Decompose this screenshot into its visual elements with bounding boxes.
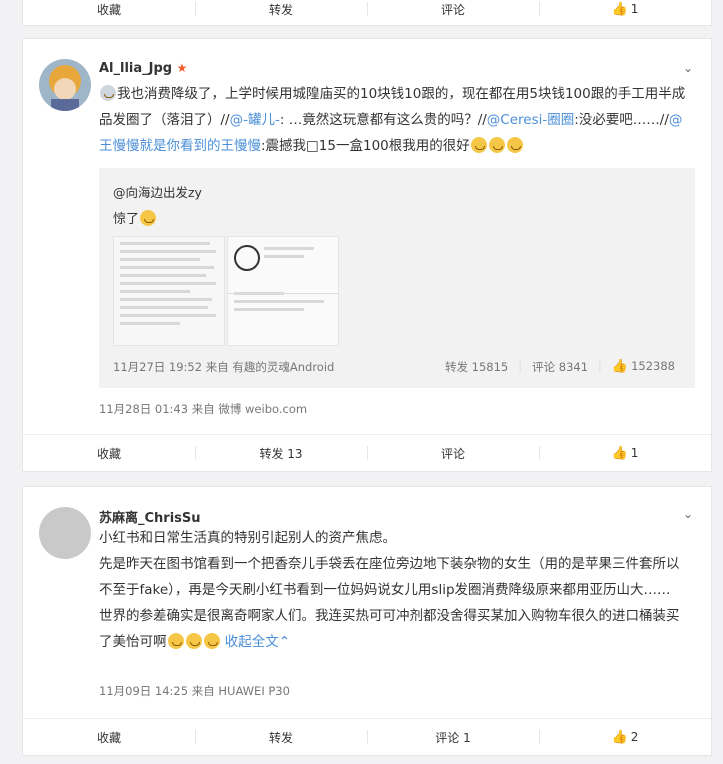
post-meta: 11月28日 01:43 来自 微博 weibo.com: [99, 402, 308, 416]
collect-button[interactable]: 收藏: [23, 435, 195, 471]
thumb-up-icon: 👍: [611, 445, 628, 461]
crying-emoji-icon: [203, 633, 220, 649]
chevron-down-icon[interactable]: ⌄: [683, 61, 693, 75]
repost-like-count[interactable]: 👍 152388: [612, 359, 675, 375]
crying-emoji-icon: [185, 633, 202, 649]
comment-button[interactable]: 评论 1: [367, 719, 539, 755]
collapse-link[interactable]: 收起全文⌃: [225, 634, 290, 650]
post-text: 小红书和日常生活真的特别引起别人的资产焦虑。 先是昨天在图书馆看到一个把香奈儿手…: [99, 530, 680, 650]
forward-button[interactable]: 转发: [195, 719, 367, 755]
post-card-1: Al_llia_Jpg ★ ⌄ 我也消费降级了，上学时候用城隍庙买的10块钱10…: [22, 38, 712, 472]
repost-block[interactable]: @向海边出发zy 惊了 11月27日 19:52 来自 有趣的灵魂Android: [99, 168, 695, 388]
shocked-emoji-icon: [140, 210, 157, 226]
forward-button[interactable]: 转发 13: [195, 435, 367, 471]
feed: 收藏 转发 评论 👍 1 Al_llia_Jpg ★ ⌄ 我也消费降级了，上学时候…: [0, 0, 723, 764]
post-actions: 收藏 转发 评论 1 👍 2: [23, 718, 711, 755]
repost-image-2[interactable]: [227, 236, 339, 346]
post-actions: 收藏 转发 13 评论 👍 1: [23, 434, 711, 471]
comment-button[interactable]: 评论: [367, 435, 539, 471]
previous-post-card: 收藏 转发 评论 👍 1: [22, 0, 712, 26]
crying-emoji-icon: [470, 137, 487, 153]
repost-forward-count[interactable]: 转发 15815: [445, 359, 508, 375]
forward-button[interactable]: 转发: [195, 0, 367, 27]
mention-link[interactable]: @-罐儿-: [230, 112, 280, 128]
username[interactable]: Al_llia_Jpg ★: [99, 61, 187, 76]
repost-comment-count[interactable]: 评论 8341: [532, 359, 588, 375]
like-button[interactable]: 👍 1: [539, 435, 711, 471]
chevron-down-icon[interactable]: ⌄: [683, 507, 693, 521]
thumb-up-icon: 👍: [611, 1, 628, 17]
like-button[interactable]: 👍 1: [539, 0, 711, 27]
thumb-up-icon: 👍: [611, 359, 629, 374]
emoji-icon: [100, 85, 116, 101]
repost-image-1[interactable]: [113, 236, 225, 346]
crying-emoji-icon: [167, 633, 184, 649]
collect-button[interactable]: 收藏: [23, 0, 195, 27]
chevron-up-icon: ⌃: [278, 634, 291, 650]
post-card-2: 苏麻离_ChrisSu ⌄ 小红书和日常生活真的特别引起别人的资产焦虑。 先是昨…: [22, 486, 712, 756]
previous-post-actions: 收藏 转发 评论 👍 1: [23, 0, 711, 27]
avatar[interactable]: [39, 507, 91, 559]
repost-meta: 11月27日 19:52 来自 有趣的灵魂Android: [113, 360, 335, 374]
crying-emoji-icon: [506, 137, 523, 153]
member-badge-icon: ★: [176, 61, 188, 75]
comment-button[interactable]: 评论: [367, 0, 539, 27]
collect-button[interactable]: 收藏: [23, 719, 195, 755]
post-meta: 11月09日 14:25 来自 HUAWEI P30: [99, 684, 290, 698]
thumb-up-icon: 👍: [611, 729, 628, 745]
avatar[interactable]: [39, 59, 91, 111]
mention-link[interactable]: @Ceresi-圈圈: [487, 112, 574, 128]
username[interactable]: 苏麻离_ChrisSu: [99, 507, 201, 526]
like-button[interactable]: 👍 2: [539, 719, 711, 755]
repost-stats: 转发 15815 | 评论 8341 | 👍 152388: [444, 359, 675, 375]
repost-user[interactable]: @向海边出发zy: [113, 182, 202, 201]
post-text: 我也消费降级了，上学时候用城隍庙买的10块钱10跟的，现在都在用5块钱100跟的…: [99, 85, 686, 154]
repost-text: 惊了: [113, 208, 157, 227]
crying-emoji-icon: [488, 137, 505, 153]
